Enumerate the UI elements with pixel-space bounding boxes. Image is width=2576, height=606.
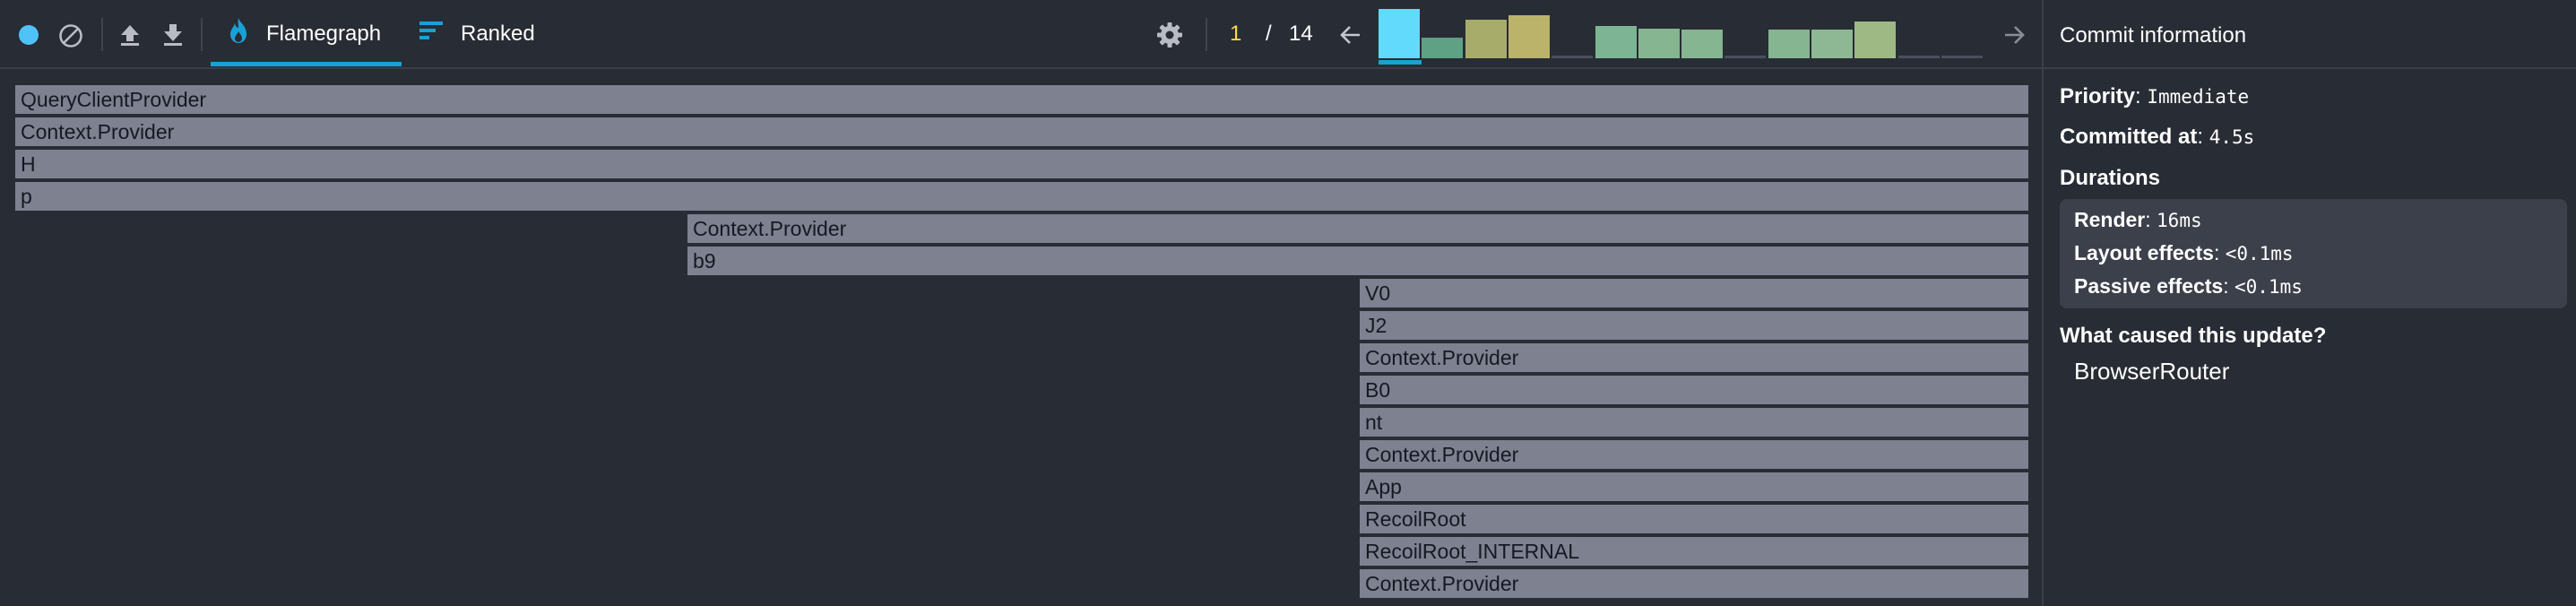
tab-flamegraph[interactable]: Flamegraph [229,0,381,67]
flamegraph-frame[interactable]: App [1359,472,2029,502]
committed-at-row: Committed at: 4.5s [2060,125,2255,149]
flamegraph-frame[interactable]: Context.Provider [1359,342,2029,373]
flamegraph-frame[interactable]: nt [1359,407,2029,437]
commit-bar[interactable] [1681,30,1723,58]
arrow-right-icon[interactable] [2002,23,2026,47]
commit-bar[interactable] [1638,29,1680,58]
flamegraph-frame[interactable]: Context.Provider [1359,568,2029,599]
commit-bar[interactable] [1379,9,1420,58]
toolbar-divider [101,18,103,51]
flamegraph-frame[interactable]: Context.Provider [14,117,2029,147]
flamegraph-frame[interactable]: B0 [1359,375,2029,405]
flamegraph-frame[interactable]: H [14,149,2029,179]
selected-commit-indicator [1379,60,1422,65]
flamegraph-frame[interactable]: QueryClientProvider [14,84,2029,115]
ranked-icon [419,20,443,48]
panel-header: Commit information [2044,0,2576,69]
priority-label: Priority [2060,84,2136,108]
total-commits: 14 [1289,22,1313,46]
arrow-left-icon[interactable] [1339,23,1362,47]
layout-effects-label: Layout effects [2074,241,2214,264]
toolbar: Flamegraph Ranked 1 / 14 [0,0,2042,69]
panel-title: Commit information [2060,23,2247,48]
update-cause-value[interactable]: BrowserRouter [2074,358,2229,385]
durations-box: Render: 16ms Layout effects: <0.1ms Pass… [2060,199,2567,308]
render-label: Render [2074,208,2146,231]
upload-icon[interactable] [117,22,143,48]
layout-effects-value: <0.1ms [2225,243,2294,264]
commit-bar[interactable] [1854,22,1896,58]
priority-row: Priority: Immediate [2060,84,2250,108]
tab-ranked[interactable]: Ranked [419,0,535,67]
flamegraph-frame[interactable]: V0 [1359,278,2029,308]
commit-bar[interactable] [1941,56,1983,58]
durations-label: Durations [2060,166,2161,190]
layout-effects-row: Layout effects: <0.1ms [2074,241,2294,264]
commit-bar[interactable] [1595,26,1637,58]
commit-bar[interactable] [1552,56,1593,58]
commit-bar[interactable] [1811,30,1853,58]
render-value: 16ms [2157,210,2202,231]
passive-effects-label: Passive effects [2074,274,2224,298]
flame-icon [229,17,248,50]
record-icon[interactable] [18,24,39,46]
tab-flamegraph-label: Flamegraph [266,21,382,46]
flamegraph-chart: QueryClientProvider Context.Provider Hp Con… [0,69,2042,606]
flamegraph-frame[interactable]: Context.Provider [1359,439,2029,470]
commit-separator: / [1266,22,1272,46]
clear-icon[interactable] [58,23,83,48]
commit-bar[interactable] [1465,20,1507,58]
durations-heading: Durations [2060,166,2160,191]
flamegraph-frame[interactable]: Context.Provider [687,213,2029,244]
flamegraph-frame[interactable]: RecoilRoot [1359,504,2029,534]
commit-bar[interactable] [1508,15,1550,58]
update-cause-label: What caused this update? [2060,324,2327,348]
commit-bar[interactable] [1725,56,1766,58]
active-tab-indicator [211,62,402,66]
commit-bar-chart[interactable] [1379,9,2024,58]
tab-ranked-label: Ranked [461,21,535,46]
passive-effects-row: Passive effects: <0.1ms [2074,274,2303,298]
current-commit-index: 1 [1230,22,1242,46]
commit-bar[interactable] [1422,38,1463,58]
download-icon[interactable] [160,22,186,48]
flamegraph-frame[interactable]: b9 [687,246,2029,276]
flamegraph-frame[interactable]: p [14,181,2029,212]
committed-at-label: Committed at [2060,125,2198,149]
commit-bar[interactable] [1768,30,1810,58]
settings-icon[interactable] [1156,22,1183,48]
commit-information-panel: Commit information Priority: Immediate C… [2042,0,2576,606]
priority-value: Immediate [2147,86,2250,108]
passive-effects-value: <0.1ms [2235,276,2303,298]
flamegraph-frame[interactable]: J2 [1359,310,2029,341]
flamegraph-frame[interactable]: RecoilRoot_INTERNAL [1359,536,2029,567]
update-cause-heading: What caused this update? [2060,324,2326,349]
committed-at-value: 4.5s [2209,126,2255,148]
render-duration-row: Render: 16ms [2074,208,2202,231]
toolbar-divider [1206,18,1207,51]
toolbar-divider [201,18,203,51]
commit-bar[interactable] [1898,56,1940,58]
